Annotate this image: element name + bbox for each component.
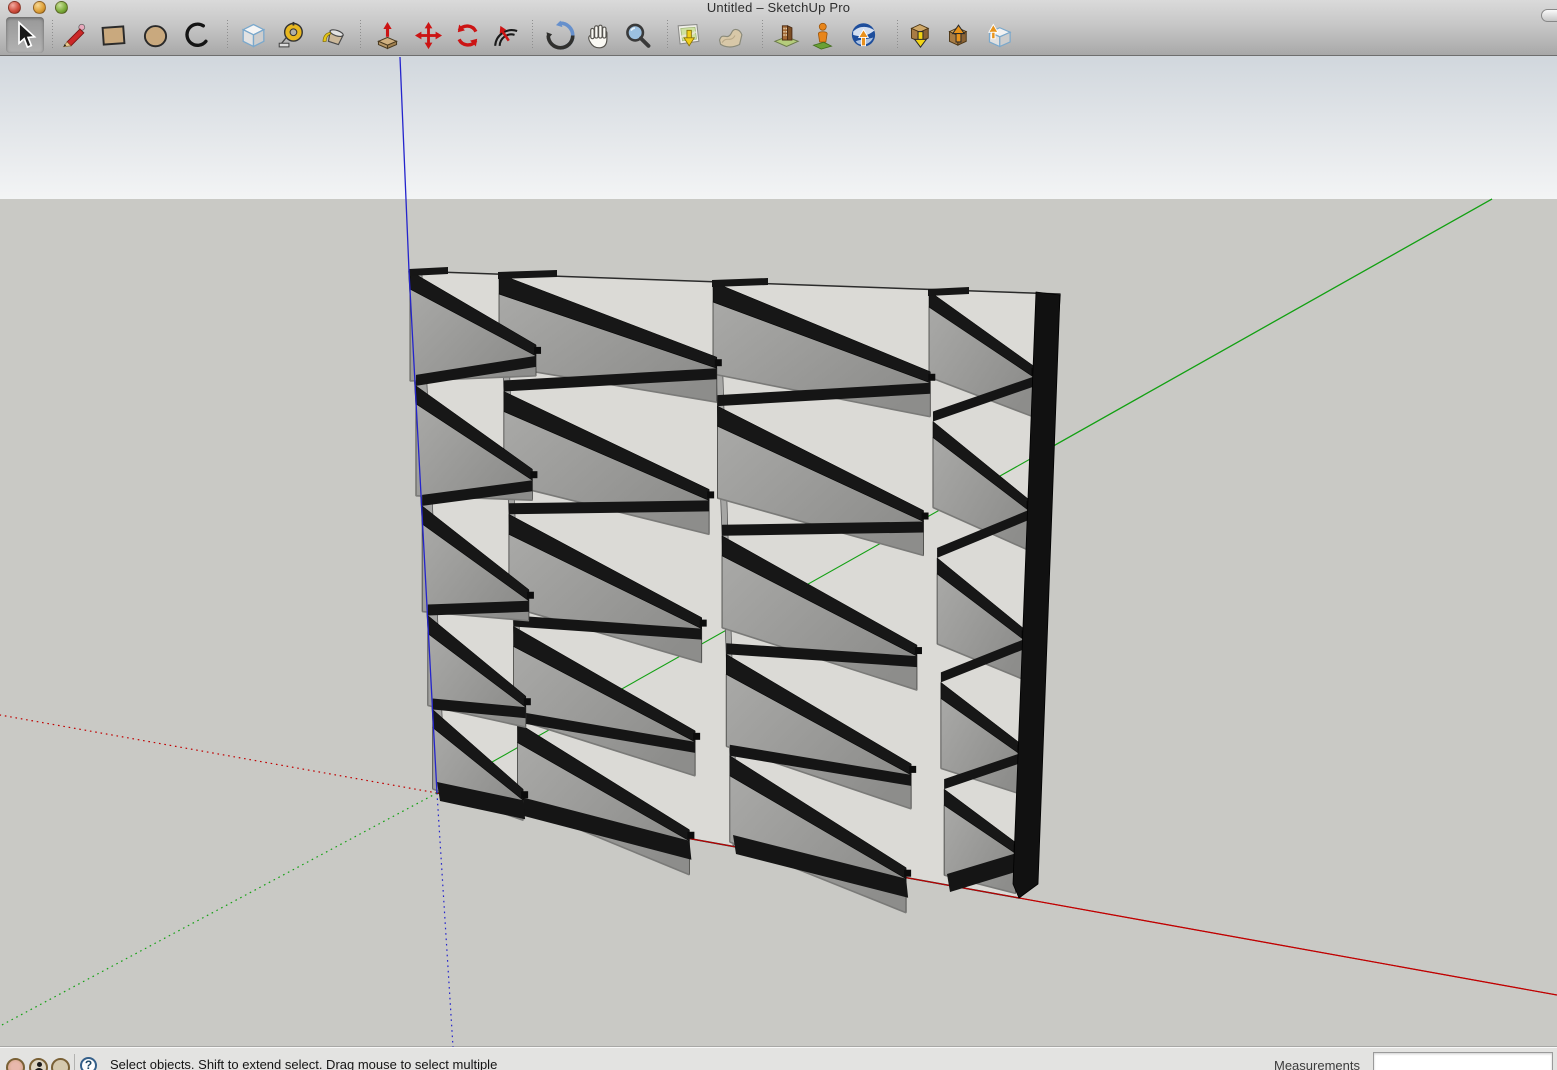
- rectangle-tool[interactable]: [94, 17, 132, 53]
- toggle-terrain-tool[interactable]: [711, 17, 749, 53]
- make-component-tool[interactable]: [234, 17, 272, 53]
- titlebar: Untitled – SketchUp Pro: [0, 0, 1557, 56]
- paint-bucket-tool[interactable]: [314, 17, 352, 53]
- apex-vertex-blob: [534, 346, 542, 354]
- zoom-icon: [625, 23, 650, 48]
- modeling-viewport[interactable]: [0, 56, 1557, 1047]
- photo-textures-icon: [773, 24, 799, 47]
- statusbar-divider: [74, 1054, 75, 1070]
- toolbar-separator: [52, 20, 53, 50]
- toolbar-separator: [897, 20, 898, 50]
- select-icon: [17, 20, 36, 48]
- share-component-tool[interactable]: [979, 17, 1017, 53]
- status-bar: ? Select objects. Shift to extend select…: [0, 1047, 1557, 1070]
- get-models-tool[interactable]: [901, 17, 939, 53]
- sketchup-window: Untitled – SketchUp Pro ? Select objects…: [0, 0, 1557, 1070]
- apex-vertex-blob: [914, 647, 922, 655]
- red-axis-dotted: [0, 714, 438, 794]
- follow-me-tool[interactable]: [486, 17, 524, 53]
- arc-tool[interactable]: [178, 17, 216, 53]
- apex-vertex-blob: [526, 591, 534, 599]
- blue-axis-dotted: [436, 792, 454, 1047]
- status-hint: Select objects. Shift to extend select. …: [110, 1057, 498, 1070]
- zoom-tool[interactable]: [618, 17, 656, 53]
- pan-tool[interactable]: [579, 17, 617, 53]
- avatar-icon-3[interactable]: [51, 1058, 70, 1070]
- person-head-icon: [36, 1062, 42, 1067]
- apex-vertex-blob: [530, 471, 538, 479]
- push-pull-tool[interactable]: [368, 17, 406, 53]
- toolbar-separator: [667, 20, 668, 50]
- pan-icon: [587, 24, 607, 48]
- apex-vertex-blob: [699, 619, 707, 627]
- help-icon[interactable]: ?: [80, 1057, 97, 1070]
- apex-vertex-blob: [707, 491, 715, 499]
- apex-vertex-blob: [921, 512, 929, 520]
- rotate-icon: [457, 23, 477, 47]
- orbit-tool[interactable]: [541, 17, 579, 53]
- move-tool[interactable]: [409, 17, 447, 53]
- avatar-icon-1[interactable]: [6, 1058, 25, 1070]
- tape-measure-icon: [278, 21, 303, 47]
- toggle-terrain-icon: [718, 28, 742, 48]
- tape-measure-tool[interactable]: [272, 17, 310, 53]
- measurements-input[interactable]: [1373, 1052, 1553, 1070]
- apex-vertex-blob: [693, 732, 701, 740]
- window-title: Untitled – SketchUp Pro: [706, 0, 851, 15]
- add-location-tool[interactable]: [669, 17, 707, 53]
- move-icon: [414, 21, 442, 49]
- orbit-icon: [545, 20, 575, 50]
- get-models-icon: [909, 23, 929, 48]
- toolbar-separator: [532, 20, 533, 50]
- circle-icon: [143, 24, 167, 47]
- toolbar-separator: [762, 20, 763, 50]
- toolbar-separator: [227, 20, 228, 50]
- rotate-tool[interactable]: [448, 17, 486, 53]
- google-earth-tool[interactable]: [844, 17, 882, 53]
- apex-vertex-blob: [928, 373, 936, 381]
- line-tool[interactable]: [54, 17, 92, 53]
- model-canvas[interactable]: [0, 56, 1557, 1047]
- share-model-icon: [947, 23, 967, 46]
- line-icon: [62, 23, 85, 47]
- follow-me-icon: [493, 25, 517, 46]
- select-tool[interactable]: [6, 17, 44, 53]
- apex-vertex-blob: [909, 765, 917, 773]
- measurements-label: Measurements: [1274, 1058, 1360, 1070]
- apex-vertex-blob: [687, 831, 695, 839]
- apex-vertex-blob: [714, 359, 722, 367]
- push-pull-icon: [376, 21, 398, 49]
- paint-bucket-icon: [322, 28, 344, 45]
- add-building-icon: [811, 22, 833, 49]
- toolbar-separator: [360, 20, 361, 50]
- add-building-tool[interactable]: [803, 17, 841, 53]
- google-earth-icon: [851, 22, 875, 46]
- rectangle-icon: [101, 24, 125, 46]
- apex-vertex-blob: [904, 869, 912, 877]
- make-component-icon: [241, 23, 265, 48]
- share-model-tool[interactable]: [939, 17, 977, 53]
- toolbar: [0, 17, 1557, 55]
- apex-vertex-blob: [521, 791, 529, 799]
- green-axis-dotted: [0, 792, 438, 1027]
- arc-icon: [184, 21, 208, 47]
- add-location-icon: [677, 23, 699, 47]
- share-component-icon: [987, 23, 1012, 47]
- circle-tool[interactable]: [136, 17, 174, 53]
- apex-vertex-blob: [523, 698, 531, 706]
- person-avatar-icon[interactable]: [29, 1058, 48, 1070]
- photo-textures-tool[interactable]: [767, 17, 805, 53]
